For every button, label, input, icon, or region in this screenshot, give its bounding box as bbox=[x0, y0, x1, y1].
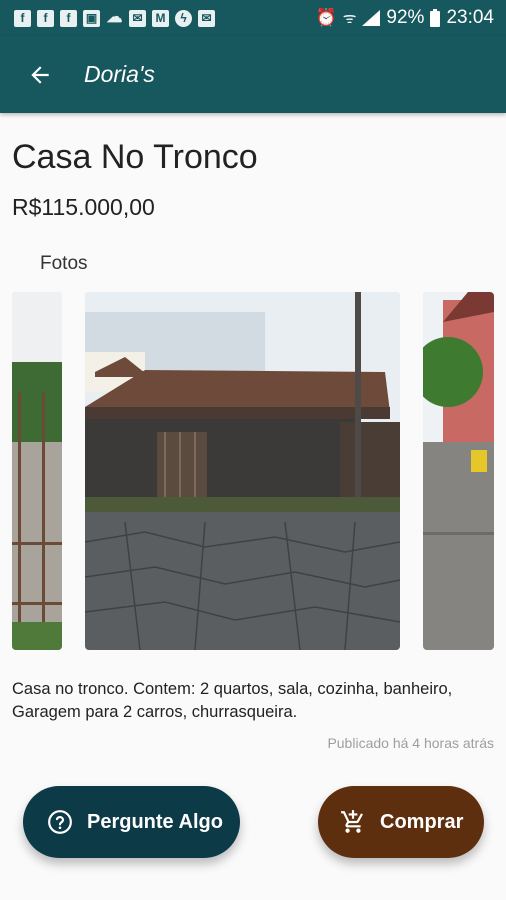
cloud-icon: ☁ bbox=[106, 9, 123, 26]
app-bar: Doria's bbox=[0, 36, 506, 113]
status-bar: f f f ▣ ☁ ✉ M ϟ ✉ ⏰ ᯤ 92% 23:04 bbox=[0, 0, 506, 36]
image-icon: ▣ bbox=[83, 9, 100, 27]
battery-percent: 92% bbox=[386, 7, 425, 28]
wifi-icon: ᯤ bbox=[342, 10, 357, 27]
battery-icon bbox=[430, 9, 441, 27]
notification-icons: f f f ▣ ☁ ✉ M ϟ ✉ bbox=[14, 9, 215, 27]
listing-description: Casa no tronco. Contem: 2 quartos, sala,… bbox=[12, 680, 453, 721]
published-time: Publicado há 4 horas atrás bbox=[327, 735, 494, 751]
photo-main[interactable] bbox=[85, 292, 400, 650]
clock: 23:04 bbox=[446, 7, 494, 28]
facebook-icon: f bbox=[14, 9, 31, 27]
gmail-icon: M bbox=[152, 9, 169, 27]
ask-question-button[interactable]: Pergunte Algo bbox=[23, 786, 240, 858]
add-cart-icon bbox=[341, 810, 363, 833]
photos-label: Fotos bbox=[40, 253, 88, 274]
buy-label: Comprar bbox=[380, 810, 464, 833]
signal-icon bbox=[362, 10, 381, 26]
messenger-icon: ϟ bbox=[175, 9, 192, 27]
listing-price: R$115.000,00 bbox=[12, 194, 155, 220]
facebook-icon: f bbox=[60, 9, 77, 27]
alarm-icon: ⏰ bbox=[315, 8, 337, 27]
facebook-icon: f bbox=[37, 9, 54, 27]
email-icon: ✉ bbox=[129, 9, 146, 27]
email-icon: ✉ bbox=[198, 9, 215, 27]
photo-previous[interactable] bbox=[12, 292, 62, 650]
back-button[interactable] bbox=[22, 57, 58, 93]
listing-title: Casa No Tronco bbox=[12, 138, 258, 176]
arrow-back-icon bbox=[31, 65, 49, 84]
app-title: Doria's bbox=[84, 61, 155, 87]
ask-question-label: Pergunte Algo bbox=[87, 810, 223, 833]
buy-button[interactable]: Comprar bbox=[318, 786, 484, 858]
help-circle-icon bbox=[48, 810, 72, 834]
photo-next[interactable] bbox=[423, 292, 494, 650]
